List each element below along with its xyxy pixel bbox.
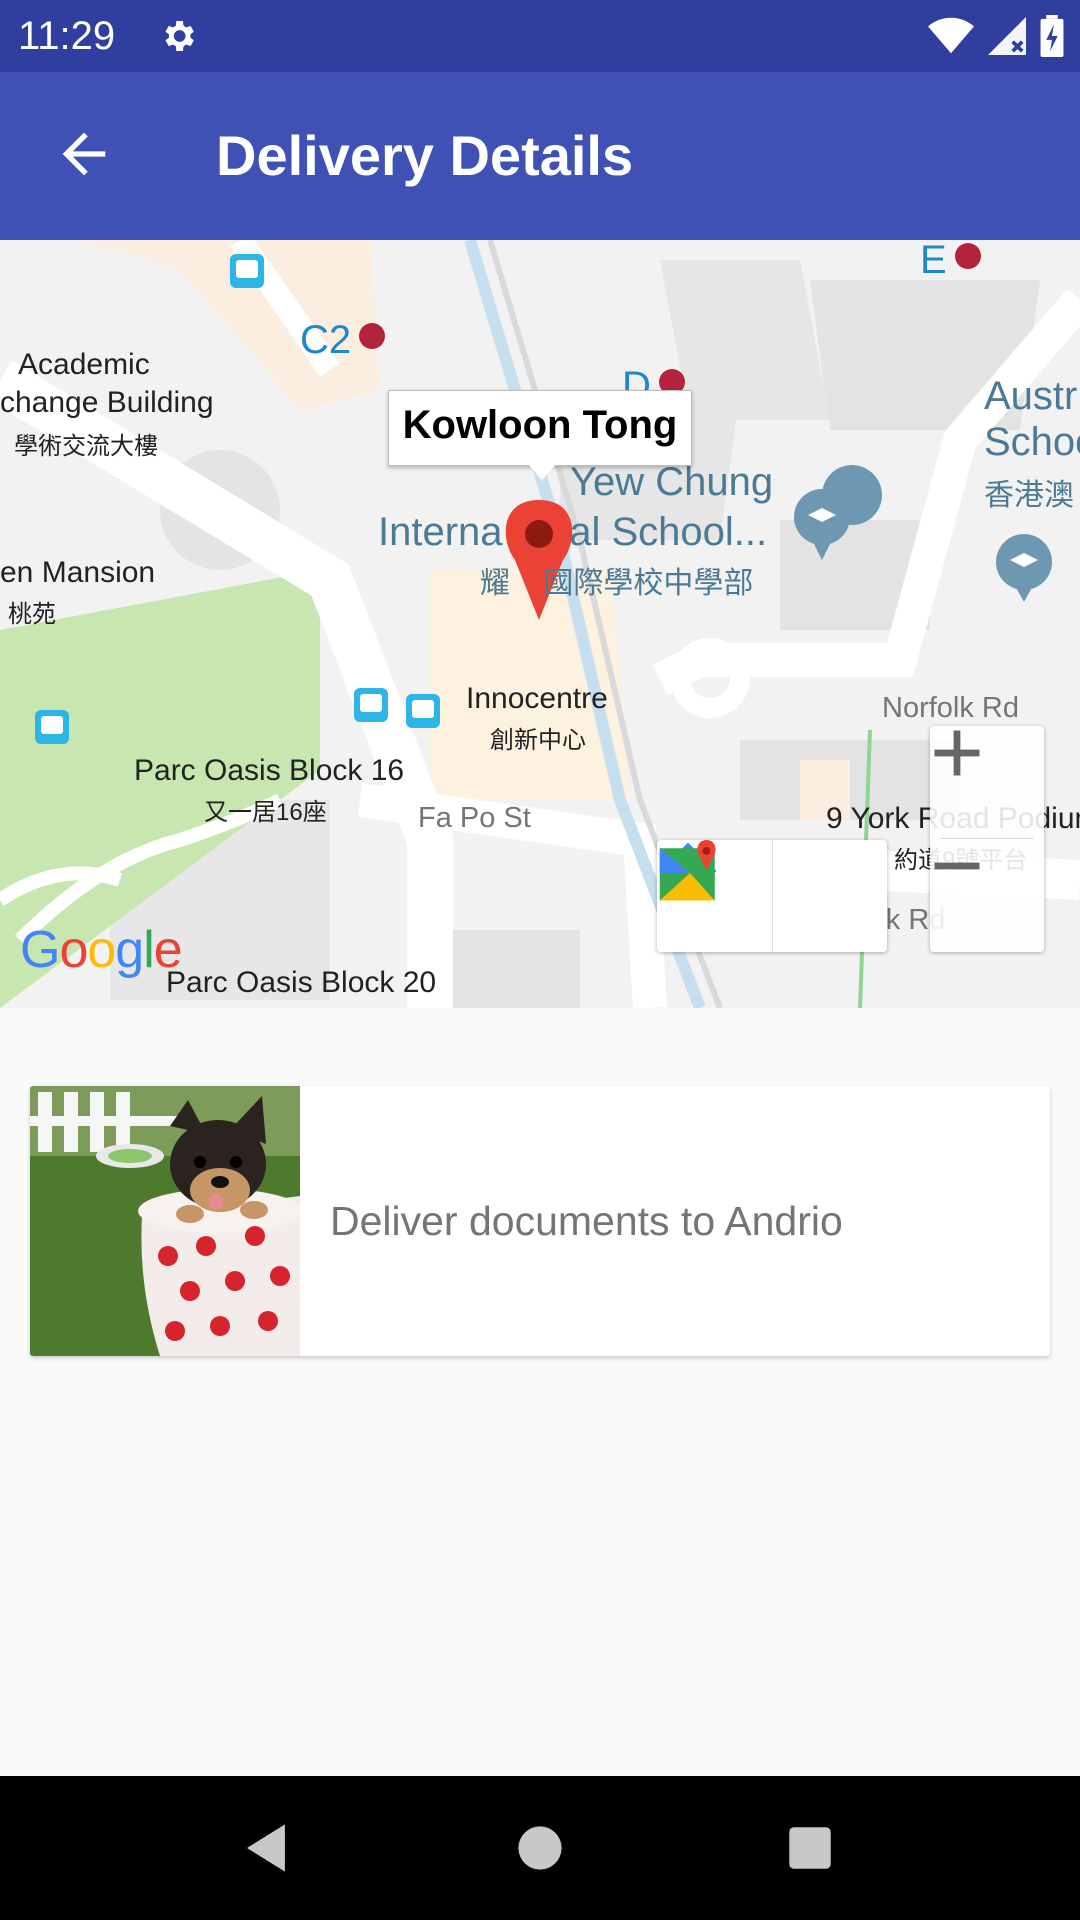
map-background (0, 240, 1080, 1008)
map-label: Parc Oasis Block 20 (166, 966, 437, 999)
mtr-icon (955, 243, 981, 269)
bus-stop-icon (230, 254, 264, 288)
plus-icon (934, 730, 980, 776)
delivery-description: Deliver documents to Andrio (330, 1198, 843, 1244)
back-triangle-icon (247, 1824, 285, 1872)
page-title: Delivery Details (216, 124, 634, 187)
puppy-in-cup-image (30, 1086, 300, 1356)
wifi-icon (928, 17, 974, 54)
zoom-in-button[interactable] (930, 726, 1044, 838)
map-label: en Mansion (0, 556, 156, 589)
map-label: E (920, 240, 947, 282)
map-label: Fa Po St (418, 802, 531, 834)
zoom-controls (930, 726, 1044, 952)
google-logo-letter: o (87, 921, 116, 979)
marker-title: Kowloon Tong (402, 403, 678, 447)
map-toolbar (657, 840, 887, 952)
nav-recents-button[interactable] (774, 1812, 846, 1884)
map-label: change Building (0, 386, 214, 419)
google-maps-icon (659, 840, 716, 901)
map-label: Yew Chung (570, 460, 774, 504)
map-view[interactable]: Academic change Building 學術交流大樓 C2 D E Y… (0, 240, 1080, 1008)
delivery-card[interactable]: Deliver documents to Andrio (30, 1086, 1050, 1356)
google-logo-letter: e (153, 921, 183, 979)
status-time: 11:29 (18, 14, 116, 58)
battery-icon (1040, 15, 1064, 57)
map-label: Norfolk Rd (882, 692, 1019, 724)
google-logo-letter: l (143, 921, 155, 979)
map-label: 耀 國際學校中學部 (480, 567, 754, 600)
app-bar: Delivery Details (0, 72, 1080, 240)
map-label: Innocentre (466, 682, 608, 715)
status-bar: 11:29 (0, 0, 1080, 72)
map-label: Parc Oasis Block 16 (134, 754, 405, 787)
home-circle-icon (518, 1826, 562, 1870)
google-logo-letter: G (20, 921, 60, 979)
bus-stop-icon (354, 688, 388, 722)
info-window-pointer (528, 464, 556, 480)
navigation-bar (0, 1776, 1080, 1920)
map-label: Interna al School... (378, 510, 768, 554)
map-label: 香港澳 (984, 479, 1074, 512)
map-label: C2 (300, 318, 352, 362)
map-label: Academic (18, 348, 150, 381)
bus-stop-icon (35, 710, 69, 744)
google-logo-letter: o (59, 921, 88, 979)
gear-icon (165, 21, 194, 51)
open-in-maps-button[interactable] (659, 840, 888, 952)
map-label: 桃苑 (8, 601, 56, 628)
bus-stop-icon (406, 694, 440, 728)
map-label: Schoo (984, 420, 1080, 464)
marker-info-window[interactable]: Kowloon Tong (388, 390, 692, 466)
nav-home-button[interactable] (504, 1812, 576, 1884)
google-logo: Google (20, 920, 183, 980)
nav-back-button[interactable] (230, 1812, 302, 1884)
map-label: Austr (984, 374, 1078, 418)
map-label: 創新中心 (490, 727, 586, 754)
arrow-back-icon[interactable] (52, 122, 116, 186)
cellular-icon (988, 17, 1026, 55)
google-logo-letter: g (115, 921, 144, 979)
map-label: 又一居16座 (204, 799, 327, 826)
mtr-icon (359, 323, 385, 349)
recents-square-icon (789, 1827, 831, 1869)
zoom-out-button[interactable] (930, 839, 1044, 951)
map-label: 學術交流大樓 (14, 433, 158, 460)
minus-icon (934, 862, 980, 870)
